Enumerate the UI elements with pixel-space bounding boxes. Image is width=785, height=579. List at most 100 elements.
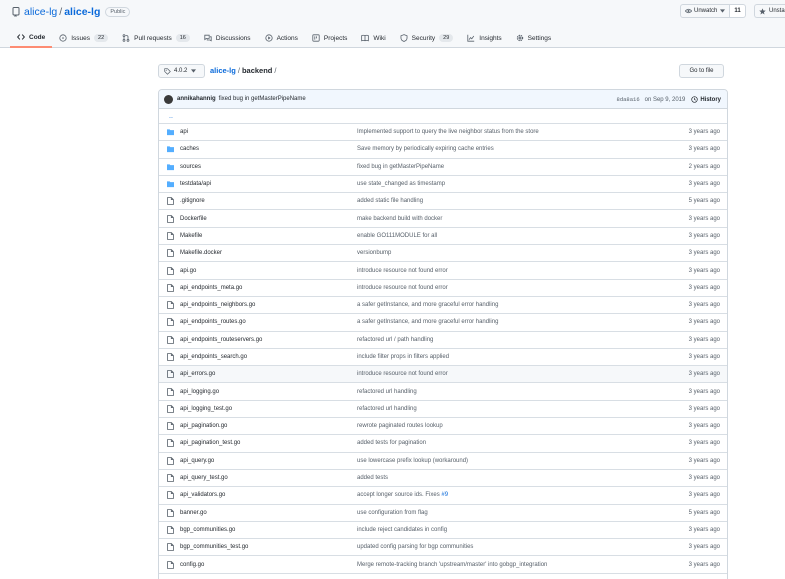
tab-security[interactable]: Security 29 — [393, 28, 461, 48]
go-to-file-button[interactable]: Go to file — [679, 64, 724, 78]
file-name-link[interactable]: api_pagination.go — [180, 423, 227, 429]
commit-message-text[interactable]: Save memory by periodically expiring cac… — [357, 146, 494, 152]
file-name-link[interactable]: api.go — [180, 268, 196, 274]
file-name-link[interactable]: api_endpoints_search.go — [180, 354, 247, 360]
commit-message-text[interactable]: fixed bug in getMasterPipeName — [357, 164, 444, 170]
commit-message-link[interactable]: fixed bug in getMasterPipeName — [219, 96, 306, 102]
repo-owner-link[interactable]: alice-lg — [24, 6, 57, 18]
file-row[interactable]: api_endpoints_neighbors.go a safer getIns… — [159, 297, 727, 315]
commit-message-text[interactable]: Merge remote-tracking branch 'upstream/m… — [357, 562, 547, 568]
file-row[interactable]: api_endpoints_meta.go introduce resource … — [159, 280, 727, 297]
commit-message-text[interactable]: enable GO111MODULE for all — [357, 233, 437, 239]
file-row[interactable]: Dockerfile make backend build with docker… — [159, 210, 727, 228]
star-button[interactable]: Unsta — [754, 4, 785, 18]
file-row[interactable]: banner.go use configuration from flag 5 ye… — [159, 505, 727, 522]
commit-message-text[interactable]: include reject candidates in config — [357, 527, 447, 533]
file-name-link[interactable]: bgp_communities.go — [180, 527, 235, 533]
commit-message-text[interactable]: updated config parsing for bgp communiti… — [357, 544, 473, 550]
commit-message-text[interactable]: accept longer source ids. Fixes — [357, 492, 441, 498]
file-row[interactable]: api_logging.go refactored url handling 3 y… — [159, 383, 727, 401]
branch-select-button[interactable]: 4.0.2 — [158, 64, 206, 78]
file-name-link[interactable]: bgp_communities_test.go — [180, 544, 248, 550]
file-name-link[interactable]: Makefile — [180, 233, 202, 239]
commit-message-text[interactable]: added tests — [357, 475, 388, 481]
file-name-link[interactable]: api_endpoints_routeservers.go — [180, 337, 262, 343]
commit-message-text[interactable]: introduce resource not found error — [357, 285, 448, 291]
file-name-link[interactable]: testdata/api — [180, 181, 211, 187]
file-row[interactable]: api_endpoints_routes.go a safer getInstan… — [159, 314, 727, 332]
commit-sha-link[interactable]: 8da8a16 — [617, 96, 640, 103]
file-row[interactable]: bgp_communities.go include reject candida… — [159, 522, 727, 540]
repo-name-link[interactable]: alice-lg — [64, 6, 100, 18]
file-row[interactable]: api_logging_test.go refactored url handli… — [159, 401, 727, 419]
file-name-link[interactable]: api_validators.go — [180, 492, 225, 498]
commit-message-text[interactable]: a safer getInstance, and more graceful e… — [357, 302, 498, 308]
commit-message-text[interactable]: introduce resource not found error — [357, 268, 448, 274]
file-name-link[interactable]: api_pagination_test.go — [180, 440, 240, 446]
file-row[interactable]: .gitignore added static file handling 5 ye… — [159, 193, 727, 211]
file-row[interactable]: Makefile enable GO111MODULE for all 3 year… — [159, 228, 727, 246]
file-row[interactable]: api_errors.go introduce resource not foun… — [159, 366, 727, 384]
file-name-link[interactable]: api_logging.go — [180, 389, 219, 395]
tab-discussions[interactable]: Discussions — [197, 28, 258, 48]
file-name-link[interactable]: api_logging_test.go — [180, 406, 232, 412]
file-row[interactable]: sources fixed bug in getMasterPipeName 2 y… — [159, 159, 727, 176]
file-row[interactable]: Makefile.docker versionbump 3 years ago — [159, 245, 727, 263]
file-row[interactable]: api_endpoints_routeservers.go refactored … — [159, 332, 727, 349]
file-name-link[interactable]: api_query_test.go — [180, 475, 228, 481]
commit-message-text[interactable]: a safer getInstance, and more graceful e… — [357, 319, 498, 325]
file-row[interactable]: api.go introduce resource not found error… — [159, 262, 727, 280]
tab-actions[interactable]: Actions — [258, 28, 305, 48]
commit-message-text[interactable]: introduce resource not found error — [357, 371, 448, 377]
commit-message-text[interactable]: make backend build with docker — [357, 216, 442, 222]
tab-settings[interactable]: Settings — [509, 28, 559, 48]
file-row[interactable]: api_pagination_test.go added tests for pa… — [159, 435, 727, 453]
file-row[interactable]: config.go Merge remote-tracking branch 'u… — [159, 556, 727, 574]
commit-message-text[interactable]: added static file handling — [357, 198, 423, 204]
file-row[interactable]: bgp_communities_test.go updated config pa… — [159, 539, 727, 557]
avatar[interactable] — [164, 94, 173, 104]
commit-message-text[interactable]: refactored url handling — [357, 389, 417, 395]
file-name-link[interactable]: sources — [180, 164, 201, 170]
tab-issues[interactable]: Issues 22 — [52, 28, 115, 48]
file-name-link[interactable]: api_endpoints_neighbors.go — [180, 302, 255, 308]
file-row[interactable]: api_query.go use lowercase prefix lookup … — [159, 453, 727, 470]
file-name-link[interactable]: api_errors.go — [180, 371, 215, 377]
commit-message-text[interactable]: added tests for pagination — [357, 440, 426, 446]
commit-message-text[interactable]: versionbump — [357, 250, 391, 256]
file-name-link[interactable]: banner.go — [180, 510, 207, 516]
file-row[interactable]: api_endpoints_search.go include filter pr… — [159, 349, 727, 367]
tab-code[interactable]: Code — [10, 28, 53, 48]
unwatch-button[interactable]: Unwatch — [680, 4, 731, 18]
tab-projects[interactable]: Projects — [305, 28, 354, 48]
file-row[interactable]: caches Save memory by periodically expiri… — [159, 141, 727, 159]
file-name-link[interactable]: config.go — [180, 562, 204, 568]
file-name-link[interactable]: api_endpoints_routes.go — [180, 319, 246, 325]
file-name-link[interactable]: .gitignore — [180, 198, 205, 204]
commit-message-text[interactable]: use state_changed as timestamp — [357, 181, 445, 187]
watch-count[interactable]: 11 — [730, 4, 746, 18]
file-name-link[interactable]: api_endpoints_meta.go — [180, 285, 242, 291]
file-row[interactable]: testdata/api use state_changed as timesta… — [159, 176, 727, 194]
parent-directory-link[interactable]: .. — [159, 109, 727, 124]
file-row[interactable]: api_validators.go accept longer source id… — [159, 487, 727, 505]
file-name-link[interactable]: Dockerfile — [180, 216, 207, 222]
commit-author-link[interactable]: annikahannig — [177, 96, 216, 102]
file-row[interactable]: api_pagination.go rewrote paginated route… — [159, 418, 727, 436]
tab-insights[interactable]: Insights — [460, 28, 508, 48]
file-name-link[interactable]: caches — [180, 146, 199, 152]
file-name-link[interactable]: api_query.go — [180, 458, 214, 464]
breadcrumb-repo-link[interactable]: alice-lg — [210, 66, 236, 75]
commit-message-text[interactable]: use lowercase prefix lookup (workaround) — [357, 458, 468, 464]
file-name-link[interactable]: api — [180, 129, 188, 135]
history-link[interactable]: History — [691, 96, 721, 103]
tab-pull-requests[interactable]: Pull requests 16 — [115, 28, 197, 48]
commit-message-text[interactable]: refactored url / path handling — [357, 337, 433, 343]
file-row[interactable]: api Implemented support to query the live… — [159, 124, 727, 142]
commit-message-text[interactable]: Implemented support to query the live ne… — [357, 129, 539, 135]
commit-message-text[interactable]: use configuration from flag — [357, 510, 428, 516]
commit-message-text[interactable]: rewrote paginated routes lookup — [357, 423, 443, 429]
commit-message-text[interactable]: refactored url handling — [357, 406, 417, 412]
file-name-link[interactable]: Makefile.docker — [180, 250, 222, 256]
tab-wiki[interactable]: Wiki — [354, 28, 392, 48]
